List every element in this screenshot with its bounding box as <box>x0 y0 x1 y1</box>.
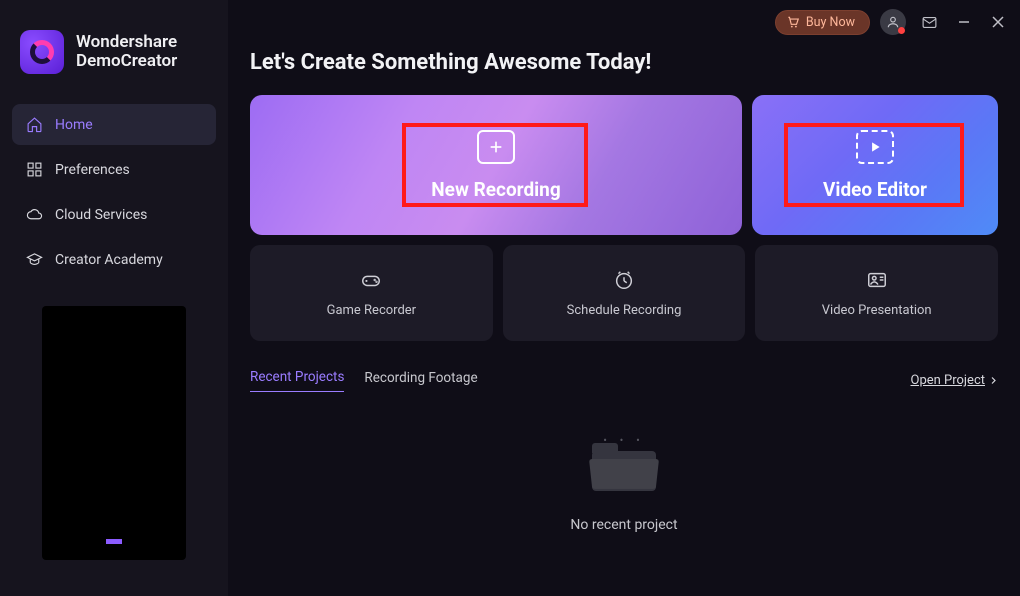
user-account-button[interactable] <box>880 9 906 35</box>
cart-icon <box>786 15 800 29</box>
sidebar: Wondershare DemoCreator Home Preferences… <box>0 0 228 596</box>
game-icon <box>358 269 384 291</box>
mail-icon <box>921 14 938 31</box>
new-recording-label: New Recording <box>431 178 560 201</box>
sidebar-nav: Home Preferences Cloud Services Creator … <box>0 96 228 288</box>
minimize-button[interactable] <box>952 10 976 34</box>
close-button[interactable] <box>986 10 1010 34</box>
page-heading: Let's Create Something Awesome Today! <box>250 50 998 75</box>
clock-icon <box>611 269 637 291</box>
cloud-icon <box>26 206 43 223</box>
nav-cloud-label: Cloud Services <box>55 207 147 223</box>
plus-box-icon <box>477 130 515 164</box>
schedule-recording-card[interactable]: Schedule Recording <box>503 245 746 341</box>
nav-academy-label: Creator Academy <box>55 252 163 268</box>
main-content: Let's Create Something Awesome Today! Ne… <box>228 0 1020 596</box>
minimize-icon <box>958 16 970 28</box>
logo-mark-icon <box>20 30 64 74</box>
game-recorder-label: Game Recorder <box>327 303 416 318</box>
tab-recent-projects[interactable]: Recent Projects <box>250 369 344 392</box>
hero-row: New Recording Video Editor <box>250 95 998 235</box>
logo-text: Wondershare DemoCreator <box>76 33 177 70</box>
home-icon <box>26 116 43 133</box>
nav-academy[interactable]: Creator Academy <box>12 239 216 280</box>
empty-state-text: No recent project <box>570 517 677 533</box>
user-icon <box>886 15 900 29</box>
nav-home[interactable]: Home <box>12 104 216 145</box>
tools-row: Game Recorder Schedule Recording Video P… <box>250 245 998 341</box>
nav-home-label: Home <box>55 117 93 133</box>
game-recorder-card[interactable]: Game Recorder <box>250 245 493 341</box>
tab-recording-footage[interactable]: Recording Footage <box>364 370 477 392</box>
presentation-icon <box>864 269 890 291</box>
video-presentation-card[interactable]: Video Presentation <box>755 245 998 341</box>
nav-preferences[interactable]: Preferences <box>12 149 216 190</box>
brand-line1: Wondershare <box>76 33 177 52</box>
nav-cloud[interactable]: Cloud Services <box>12 194 216 235</box>
open-project-link[interactable]: Open Project <box>911 373 999 388</box>
video-presentation-label: Video Presentation <box>822 303 932 318</box>
buy-now-label: Buy Now <box>806 15 855 30</box>
mail-button[interactable] <box>916 9 942 35</box>
grid-icon <box>26 161 43 178</box>
play-box-icon <box>856 130 894 164</box>
buy-now-button[interactable]: Buy Now <box>775 10 870 35</box>
close-icon <box>992 16 1004 28</box>
nav-preferences-label: Preferences <box>55 162 130 178</box>
open-project-label: Open Project <box>911 373 986 388</box>
chevron-right-icon <box>989 376 998 385</box>
notification-dot <box>898 27 905 34</box>
window-topbar: Buy Now <box>775 8 1010 36</box>
video-editor-card[interactable]: Video Editor <box>752 95 998 235</box>
academy-icon <box>26 251 43 268</box>
app-container: Wondershare DemoCreator Home Preferences… <box>0 0 1020 596</box>
preview-bar-icon <box>106 539 122 544</box>
brand-line2: DemoCreator <box>76 52 177 71</box>
video-editor-label: Video Editor <box>823 178 927 201</box>
new-recording-card[interactable]: New Recording <box>250 95 742 235</box>
schedule-recording-label: Schedule Recording <box>567 303 682 318</box>
app-logo: Wondershare DemoCreator <box>0 28 228 96</box>
preview-thumbnail[interactable] <box>42 306 186 560</box>
tabs-row: Recent Projects Recording Footage Open P… <box>250 369 998 392</box>
empty-folder-icon: • • • <box>592 434 656 491</box>
empty-state: • • • No recent project <box>250 434 998 586</box>
